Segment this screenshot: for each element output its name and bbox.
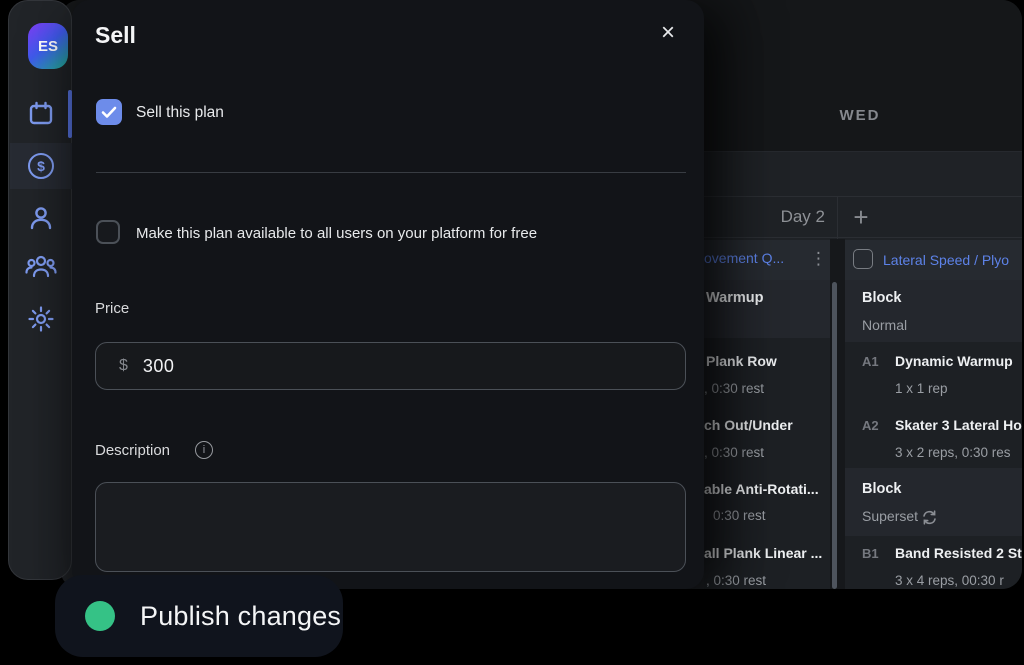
exercise-name[interactable]: Plank Row [706,353,777,369]
block-title: Warmup [706,290,763,306]
workout-card-day2: ovement Q... ⋮ Warmup Plank Row , 0:30 r… [704,240,830,589]
block-subtitle: Superset [862,508,918,524]
exercise-name[interactable]: Dynamic Warmup [895,353,1013,369]
day-label: Day 2 [715,207,825,227]
vertical-scrollbar[interactable] [832,282,837,589]
screen: WED Day 2 + ovement Q... ⋮ Warmup Plank … [0,0,1024,665]
exercise-detail: 1 x 1 rep [895,381,948,396]
person-icon [27,204,55,232]
workout-title-link[interactable]: ovement Q... [704,250,784,266]
exercise-name[interactable]: Skater 3 Lateral Hop [895,417,1022,433]
sidebar-item-calendar[interactable] [9,91,73,137]
dollar-icon: $ [28,153,54,179]
sidebar-item-settings[interactable] [9,296,73,342]
check-icon [101,106,117,119]
weekday-header: WED [800,107,920,124]
workout-checkbox[interactable] [853,249,873,269]
free-plan-checkbox[interactable] [96,220,120,244]
exercise-name[interactable]: all Plank Linear ... [704,545,822,561]
publish-changes-label: Publish changes [140,601,341,632]
sidebar-item-sell[interactable]: $ [9,143,73,189]
exercise-detail: 3 x 4 reps, 00:30 r [895,573,1004,588]
exercise-name[interactable]: Band Resisted 2 Step [895,545,1022,561]
kebab-menu-icon[interactable]: ⋮ [810,248,827,272]
price-field[interactable]: $ [95,342,686,390]
divider [96,172,686,173]
currency-symbol: $ [119,357,128,375]
block-title: Block [862,481,902,497]
exercise-name[interactable]: ch Out/Under [704,417,793,433]
calendar-icon [27,100,55,128]
close-icon[interactable]: × [652,18,684,50]
add-day-button[interactable]: + [844,201,878,235]
exercise-name[interactable]: able Anti-Rotati... [704,481,819,497]
sell-plan-label: Sell this plan [136,104,224,122]
block-title: Block [862,290,902,306]
block-strip [845,468,1022,536]
exercise-tag: A1 [862,354,879,369]
exercise-detail: , 0:30 rest [704,381,764,396]
superset-cycle-icon [921,510,938,525]
sell-plan-checkbox[interactable] [96,99,122,125]
free-plan-label: Make this plan available to all users on… [136,225,537,242]
exercise-detail: 0:30 rest [713,508,766,523]
sidebar-item-clients[interactable] [9,243,73,289]
description-label: Description [95,442,170,459]
day-column-divider [837,197,838,239]
block-strip [704,280,830,338]
people-icon [25,253,57,279]
sell-modal: Sell × Sell this plan Make this plan ava… [72,0,704,589]
modal-title: Sell [95,22,136,49]
status-dot-icon [85,601,115,631]
info-icon: i [195,441,213,459]
price-input[interactable] [143,356,623,377]
avatar[interactable]: ES [28,23,68,69]
exercise-detail: , 0:30 rest [706,573,766,588]
exercise-detail: , 0:30 rest [704,445,764,460]
exercise-detail: 3 x 2 reps, 0:30 res [895,445,1011,460]
description-textarea[interactable] [95,482,686,572]
exercise-tag: A2 [862,418,879,433]
gear-icon [27,305,55,333]
sidebar: ES $ [8,0,72,580]
workout-title-link[interactable]: Lateral Speed / Plyo [883,252,1009,268]
block-subtitle: Normal [862,317,907,333]
workout-card-next: Lateral Speed / Plyo Block Normal A1 Dyn… [845,240,1022,589]
exercise-tag: B1 [862,546,879,561]
price-label: Price [95,300,129,317]
sidebar-item-profile[interactable] [9,195,73,241]
publish-changes-button[interactable]: Publish changes [55,575,343,657]
